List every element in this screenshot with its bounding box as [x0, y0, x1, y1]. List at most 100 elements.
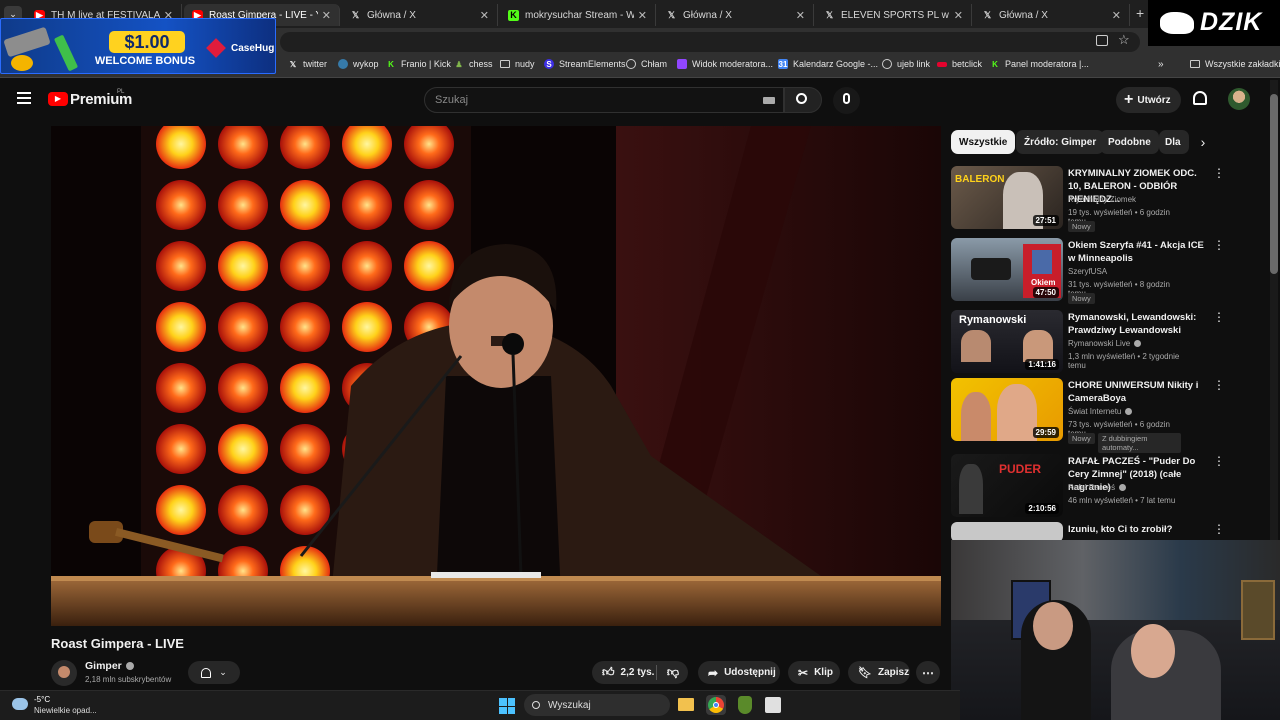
light-bulb: [404, 241, 454, 291]
video-thumbnail[interactable]: BALERON 27:51: [951, 166, 1063, 229]
keyboard-icon[interactable]: [763, 97, 775, 104]
search-input[interactable]: Szukaj: [424, 87, 784, 113]
address-bar[interactable]: [280, 32, 1140, 52]
video-thumbnail[interactable]: Okiem 47:50: [951, 238, 1063, 301]
tab-6[interactable]: 𝕏 Główna / X ✕: [974, 4, 1130, 26]
close-icon[interactable]: ✕: [480, 9, 489, 22]
file-explorer-icon[interactable]: [678, 698, 694, 711]
windows-start-icon[interactable]: [499, 698, 515, 714]
tab-3[interactable]: Kmokrysuchar Stream - Watch L✕: [500, 4, 656, 26]
bookmark-chlam[interactable]: Chłam: [626, 59, 667, 69]
recommendation-5[interactable]: Izuniu, kto Ci to zrobił? ⋮: [951, 522, 1225, 542]
plus-icon: +: [1124, 91, 1134, 108]
bookmark-betclick[interactable]: betclick: [937, 59, 982, 69]
save-button[interactable]: 🔖︎ Zapisz: [848, 661, 910, 684]
wykop-icon: [338, 59, 348, 69]
create-button[interactable]: + Utwórz: [1116, 87, 1181, 113]
recommendation-4[interactable]: PUDER 2:10:56 RAFAŁ PACZEŚ - "Puder Do C…: [951, 454, 1225, 520]
snipping-tool-icon[interactable]: [765, 697, 781, 713]
taskbar-chrome-slot[interactable]: [706, 695, 726, 715]
light-bulb: [218, 241, 268, 291]
bookmark-star-icon[interactable]: ☆: [1118, 32, 1130, 48]
knife-graphic: [53, 34, 79, 72]
install-app-icon[interactable]: [1096, 35, 1108, 46]
search-icon: [532, 701, 540, 709]
all-bookmarks[interactable]: Wszystkie zakładki: [1190, 59, 1280, 69]
more-vertical-icon[interactable]: ⋮: [1213, 310, 1225, 324]
chip-similar[interactable]: Podobne: [1100, 130, 1159, 154]
like-divider: [656, 665, 657, 680]
dubbing-badge: Z dubbingiem automaty...: [1098, 433, 1181, 453]
bookmark-streamelements[interactable]: S StreamElements: [544, 59, 626, 69]
close-icon[interactable]: ✕: [322, 9, 331, 22]
streamelements-icon: S: [544, 59, 554, 69]
new-badge: Nowy: [1068, 433, 1095, 444]
channel-name[interactable]: Gimper: [85, 660, 134, 672]
bookmark-panel-moderatora[interactable]: K Panel moderatora |...: [990, 59, 1089, 69]
video-player[interactable]: [51, 126, 941, 626]
video-thumbnail[interactable]: Rymanowski 1:41:16: [951, 310, 1063, 373]
more-vertical-icon[interactable]: ⋮: [1213, 166, 1225, 180]
clip-button[interactable]: ✂ Klip: [788, 661, 840, 684]
weather-icon[interactable]: [12, 698, 28, 710]
thumbnail-person: [997, 384, 1037, 441]
more-vertical-icon[interactable]: ⋮: [1213, 238, 1225, 252]
more-actions-button[interactable]: ⋯: [916, 661, 940, 684]
tab-5[interactable]: 𝕏ELEVEN SPORTS PL w serwisie✕: [816, 4, 972, 26]
close-icon[interactable]: ✕: [1112, 9, 1121, 22]
video-thumbnail[interactable]: [951, 522, 1063, 542]
chip-source-gimper[interactable]: Źródło: Gimper: [1016, 130, 1105, 154]
new-tab-button[interactable]: +: [1136, 5, 1144, 21]
bookmark-franio-kick[interactable]: K Franio | Kick: [386, 59, 451, 69]
dislike-button[interactable]: 👎︎: [658, 661, 688, 684]
thumbnail-person: [959, 464, 983, 514]
taskbar-search[interactable]: Wyszukaj: [524, 694, 670, 716]
chip-all[interactable]: Wszystkie: [951, 130, 1016, 154]
close-icon[interactable]: ✕: [954, 9, 963, 22]
gun-graphic: [3, 26, 51, 58]
new-badge: Nowy: [1068, 221, 1095, 232]
scissors-icon: ✂: [798, 665, 809, 680]
chevron-right-icon[interactable]: ›: [1190, 130, 1216, 154]
menu-icon[interactable]: [17, 92, 31, 104]
bookmark-widok-moderatora[interactable]: Widok moderatora...: [677, 59, 773, 69]
close-icon[interactable]: ✕: [796, 9, 805, 22]
tab-4[interactable]: 𝕏 Główna / X ✕: [658, 4, 814, 26]
chevron-down-icon: ⌄: [219, 667, 227, 677]
avatar[interactable]: [1228, 88, 1250, 110]
bookmark-twitter[interactable]: 𝕏twitter: [288, 59, 327, 69]
tab-2[interactable]: 𝕏 Główna / X ✕: [342, 4, 498, 26]
twitch-icon: [677, 59, 687, 69]
chess-icon: ♟: [455, 59, 463, 69]
youtube-header: ▶ Premium PL Szukaj + Utwórz: [0, 79, 1268, 121]
more-vertical-icon[interactable]: ⋮: [1213, 378, 1225, 392]
share-button[interactable]: ➦ Udostępnij: [698, 661, 780, 684]
bookmark-chess[interactable]: ♟ chess: [454, 59, 492, 69]
search-button[interactable]: [784, 87, 822, 113]
bookmarks-overflow-icon[interactable]: »: [1158, 59, 1164, 70]
video-thumbnail[interactable]: 29:59: [951, 378, 1063, 441]
thumbnail-car: [971, 258, 1011, 280]
subscribe-notification-button[interactable]: ⌄: [188, 661, 240, 684]
chip-for-you[interactable]: Dla: [1159, 130, 1189, 154]
recommendation-2[interactable]: Rymanowski 1:41:16 Rymanowski, Lewandows…: [951, 310, 1225, 376]
channel-avatar[interactable]: [51, 660, 77, 686]
bookmark-wykop[interactable]: wykop: [338, 59, 379, 69]
light-bulb: [342, 241, 392, 291]
bookmark-nudy[interactable]: nudy: [500, 59, 535, 69]
x-icon: 𝕏: [351, 9, 360, 20]
recommendation-0[interactable]: BALERON 27:51 KRYMINALNY ZIOMEK ODC. 10,…: [951, 166, 1225, 232]
video-thumbnail[interactable]: PUDER 2:10:56: [951, 454, 1063, 517]
recommendation-1[interactable]: Okiem 47:50 Okiem Szeryfa #41 - Akcja IC…: [951, 238, 1225, 304]
more-vertical-icon[interactable]: ⋮: [1213, 522, 1225, 536]
thumbnail-person: [961, 330, 991, 362]
notifications-bell-icon[interactable]: [1193, 91, 1207, 105]
close-icon[interactable]: ✕: [638, 9, 647, 22]
recommendation-3[interactable]: 29:59 CHORE UNIWERSUM Nikity i CameraBoy…: [951, 378, 1225, 453]
youtube-logo-icon[interactable]: ▶: [48, 92, 68, 106]
bookmark-ujeb-link[interactable]: ujeb link: [882, 59, 930, 69]
app-icon[interactable]: [738, 696, 752, 714]
more-vertical-icon[interactable]: ⋮: [1213, 454, 1225, 468]
voice-search-button[interactable]: [833, 87, 860, 114]
bookmark-kalendarz[interactable]: 31 Kalendarz Google -...: [778, 59, 878, 69]
